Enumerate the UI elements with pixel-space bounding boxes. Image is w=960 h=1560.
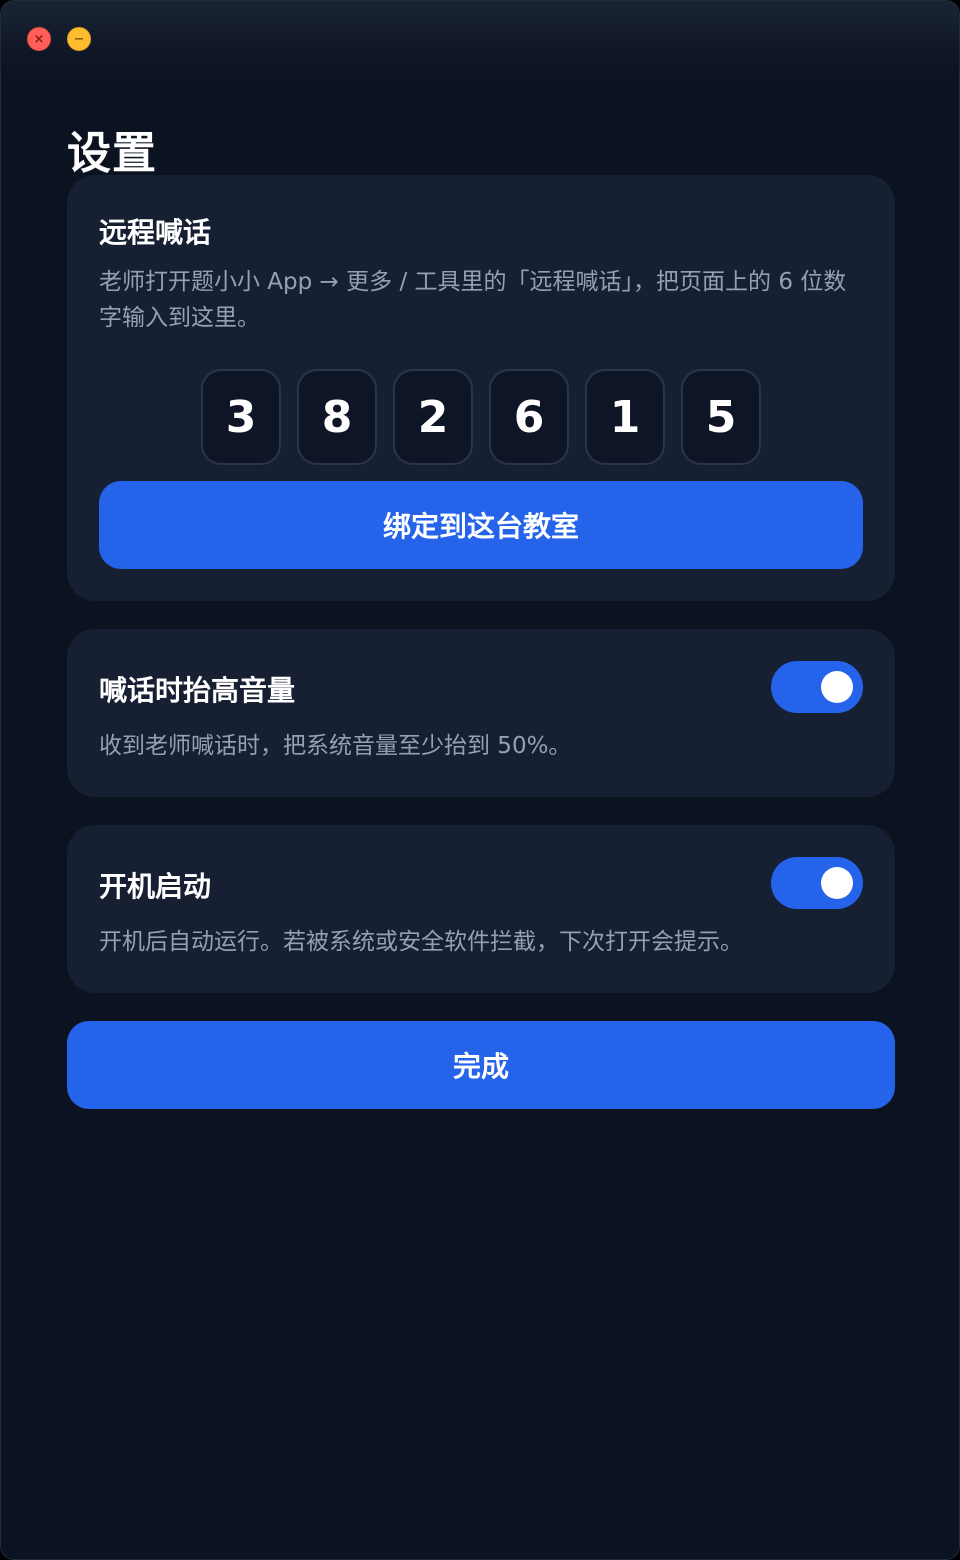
code-input-group: 3 8 2 6 1 5 <box>201 369 761 465</box>
close-icon: × <box>33 31 45 47</box>
launch-at-startup-card: 开机启动 开机后自动运行。若被系统或安全软件拦截，下次打开会提示。 <box>67 825 895 993</box>
code-digit-input[interactable]: 6 <box>489 369 569 465</box>
page-title: 设置 <box>67 128 157 179</box>
minimize-window-button[interactable]: − <box>67 27 91 51</box>
raise-volume-description: 收到老师喊话时，把系统音量至少抬到 50%。 <box>99 733 572 759</box>
title-bar: × − <box>1 1 959 81</box>
raise-volume-title: 喊话时抬高音量 <box>99 674 296 707</box>
remote-call-card: 远程喊话 老师打开题小小 App → 更多 / 工具里的「远程喊话」，把页面上的… <box>67 175 895 601</box>
done-button[interactable]: 完成 <box>67 1021 895 1109</box>
settings-window: × − 设置 远程喊话 老师打开题小小 App → 更多 / 工具里的「远程喊话… <box>0 0 960 1560</box>
toggle-knob <box>821 671 853 703</box>
bind-classroom-button[interactable]: 绑定到这台教室 <box>99 481 863 569</box>
code-digit-input[interactable]: 2 <box>393 369 473 465</box>
minimize-icon: − <box>73 31 85 47</box>
toggle-knob <box>821 867 853 899</box>
code-digit-input[interactable]: 1 <box>585 369 665 465</box>
code-digit-input[interactable]: 8 <box>297 369 377 465</box>
remote-call-title: 远程喊话 <box>99 216 212 249</box>
launch-at-startup-toggle[interactable] <box>771 857 863 909</box>
remote-call-description: 老师打开题小小 App → 更多 / 工具里的「远程喊话」，把页面上的 6 位数… <box>99 269 847 331</box>
launch-at-startup-description: 开机后自动运行。若被系统或安全软件拦截，下次打开会提示。 <box>99 929 743 955</box>
raise-volume-toggle[interactable] <box>771 661 863 713</box>
launch-at-startup-title: 开机启动 <box>99 870 212 903</box>
close-window-button[interactable]: × <box>27 27 51 51</box>
code-digit-input[interactable]: 5 <box>681 369 761 465</box>
code-digit-input[interactable]: 3 <box>201 369 281 465</box>
raise-volume-card: 喊话时抬高音量 收到老师喊话时，把系统音量至少抬到 50%。 <box>67 629 895 797</box>
